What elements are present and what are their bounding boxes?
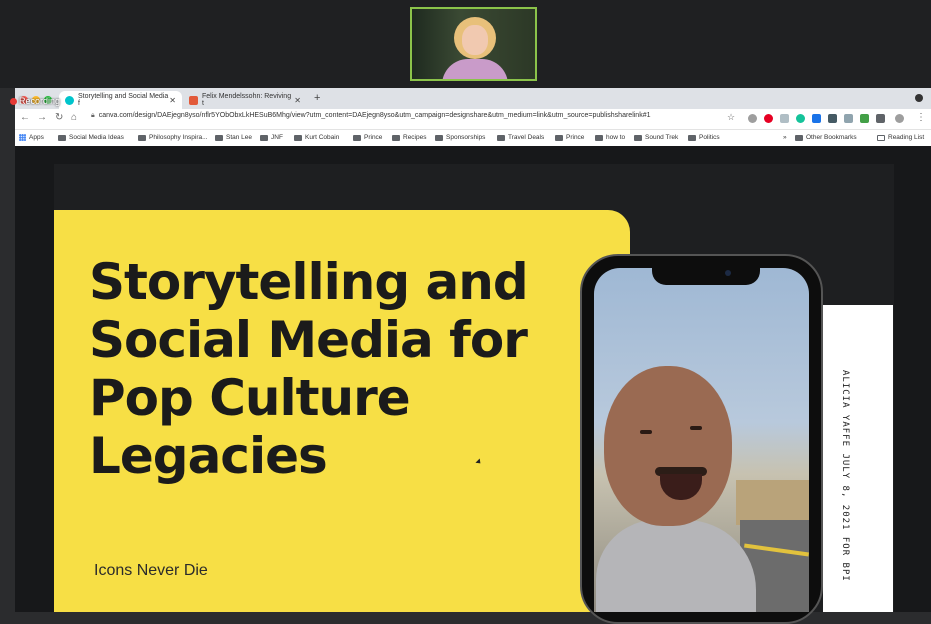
folder-icon <box>260 134 268 141</box>
folder-icon <box>392 134 400 141</box>
apps-grid-icon <box>19 134 26 141</box>
folder-icon <box>138 134 146 141</box>
bookmark-item[interactable]: how to <box>595 134 625 141</box>
puzzle-icon[interactable] <box>876 114 885 123</box>
extension-icon[interactable] <box>812 114 821 123</box>
tab-title: Storytelling and Social Media f <box>78 93 169 107</box>
bookmark-item[interactable]: Social Media Ideas <box>58 134 124 141</box>
canva-favicon-icon <box>65 95 74 105</box>
recording-indicator: Recording <box>10 96 60 106</box>
background-field <box>736 480 809 525</box>
close-tab-icon[interactable]: ✕ <box>294 96 301 105</box>
tab-felix[interactable]: Felix Mendelssohn: Reviving t ✕ <box>183 91 307 109</box>
tab-search-icon[interactable] <box>915 94 923 102</box>
bookmark-item[interactable]: Recipes <box>392 134 426 141</box>
bookmarks-overflow-icon[interactable]: » <box>783 134 787 141</box>
bookmarks-bar: Apps Social Media Ideas Philosophy Inspi… <box>15 129 931 147</box>
folder-icon <box>58 134 66 141</box>
person-eye <box>690 426 702 430</box>
extension-icon[interactable] <box>860 114 869 123</box>
person-eye <box>640 430 652 434</box>
slide-subtitle: Icons Never Die <box>94 562 208 579</box>
reading-list-icon <box>877 134 885 141</box>
bookmark-item[interactable]: JNF <box>260 134 283 141</box>
toolbar: ← → ↻ ⌂ 🔒︎ canva.com/design/DAEjegn8yso/n… <box>15 109 931 129</box>
tab-bar: Storytelling and Social Media f ✕ Felix … <box>15 88 931 109</box>
bookmark-item[interactable]: Kurt Cobain <box>294 134 339 141</box>
bookmark-item[interactable]: Prince <box>555 134 584 141</box>
folder-icon <box>294 134 302 141</box>
participant-video-tile[interactable] <box>410 7 537 81</box>
author-date-text: ALICIA YAFFE JULY 8, 2021 FOR BPI <box>840 370 850 582</box>
lock-icon: 🔒︎ <box>91 112 95 119</box>
side-panel <box>823 305 893 612</box>
pinterest-icon[interactable] <box>764 114 773 123</box>
back-icon[interactable]: ← <box>20 112 30 123</box>
folder-icon <box>435 134 443 141</box>
bookmark-item[interactable]: Philosophy Inspira... <box>138 134 208 141</box>
home-icon[interactable]: ⌂ <box>71 112 77 123</box>
extension-icon[interactable] <box>748 114 757 123</box>
grammarly-icon[interactable] <box>796 114 805 123</box>
video-strip <box>0 0 931 88</box>
record-dot-icon <box>10 97 17 105</box>
profile-avatar[interactable] <box>895 114 904 123</box>
other-bookmarks[interactable]: Other Bookmarks <box>795 134 857 141</box>
address-bar[interactable]: 🔒︎ canva.com/design/DAEjegn8yso/nflr5YObO… <box>91 112 650 120</box>
close-tab-icon[interactable]: ✕ <box>169 96 176 105</box>
folder-icon <box>555 134 563 141</box>
folder-icon <box>634 134 642 141</box>
folder-icon <box>353 134 361 141</box>
reload-icon[interactable]: ↻ <box>55 112 63 123</box>
bookmark-item[interactable]: Stan Lee <box>215 134 252 141</box>
recording-label: Recording <box>19 96 61 106</box>
tab-favicon-icon <box>189 95 198 105</box>
plus-icon[interactable]: + <box>314 92 320 104</box>
folder-icon <box>595 134 603 141</box>
forward-icon[interactable]: → <box>37 112 47 123</box>
more-menu-icon[interactable]: ⋮ <box>916 112 926 123</box>
slide-title: Storytelling and Social Media for Pop Cu… <box>89 253 529 485</box>
participant-face <box>462 25 488 55</box>
tab-title: Felix Mendelssohn: Reviving t <box>202 93 292 107</box>
bookmark-item[interactable]: Politics <box>688 134 720 141</box>
phone-camera <box>725 270 731 276</box>
folder-icon <box>215 134 223 141</box>
extension-icon[interactable] <box>828 114 837 123</box>
phone-notch <box>652 265 760 285</box>
reading-list[interactable]: Reading List <box>877 134 924 141</box>
folder-icon <box>795 134 803 141</box>
browser-window: Storytelling and Social Media f ✕ Felix … <box>15 88 931 147</box>
folder-icon <box>688 134 696 141</box>
folder-icon <box>497 134 505 141</box>
extension-icon[interactable] <box>780 114 789 123</box>
bookmark-item[interactable]: Travel Deals <box>497 134 544 141</box>
bookmark-apps[interactable]: Apps <box>19 134 44 141</box>
person-head <box>604 366 732 526</box>
url-text: canva.com/design/DAEjegn8yso/nflr5YObObx… <box>98 112 651 119</box>
bookmark-star-icon[interactable]: ☆ <box>727 112 735 123</box>
bookmark-item[interactable]: Sound Trek <box>634 134 678 141</box>
bookmark-item[interactable]: Prince <box>353 134 382 141</box>
bookmark-item[interactable]: Sponsorships <box>435 134 485 141</box>
extension-icon[interactable] <box>844 114 853 123</box>
tab-storytelling[interactable]: Storytelling and Social Media f ✕ <box>59 91 182 109</box>
